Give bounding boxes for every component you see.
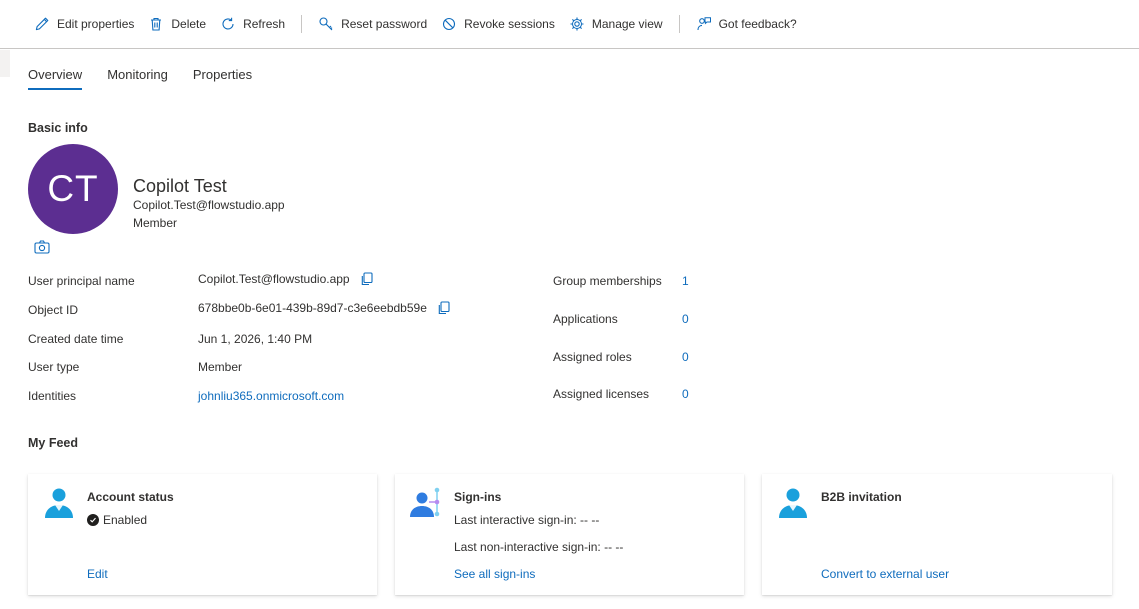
sign-in-activity-icon <box>410 487 440 517</box>
identities-link[interactable]: johnliu365.onmicrosoft.com <box>198 389 344 403</box>
assigned-licenses-value[interactable]: 0 <box>682 387 689 401</box>
see-all-sign-ins-link[interactable]: See all sign-ins <box>454 567 535 581</box>
copy-icon[interactable] <box>360 272 374 286</box>
camera-icon[interactable] <box>34 240 50 254</box>
created-label: Created date time <box>28 332 124 346</box>
toolbar-divider <box>301 15 303 33</box>
avatar-initials: CT <box>47 168 99 209</box>
command-bar: Edit properties Delete Refresh Reset pas… <box>0 0 1139 49</box>
feedback-person-icon <box>697 17 711 31</box>
tab-overview[interactable]: Overview <box>28 62 83 90</box>
sign-ins-title: Sign-ins <box>454 490 502 504</box>
avatar: CT <box>28 144 118 234</box>
refresh-label: Refresh <box>243 17 286 31</box>
tab-monitoring[interactable]: Monitoring <box>107 62 168 90</box>
assigned-licenses-label: Assigned licenses <box>553 387 650 401</box>
user-type-label: User type <box>28 360 80 374</box>
user-email: Copilot.Test@flowstudio.app <box>133 198 285 212</box>
tab-bar: Overview Monitoring Properties <box>28 62 277 90</box>
account-status-row: Enabled <box>87 513 147 527</box>
block-icon <box>443 17 456 31</box>
b2b-invitation-card: B2B invitation Convert to external user <box>762 474 1112 595</box>
object-id-row: 678bbe0b-6e01-439b-89d7-c3e6eebdb59e <box>198 301 451 315</box>
key-icon <box>319 17 333 31</box>
group-memberships-value[interactable]: 1 <box>682 274 689 288</box>
user-type-value: Member <box>198 360 243 374</box>
edit-properties-button[interactable]: Edit properties <box>34 9 134 39</box>
user-icon <box>45 488 73 518</box>
basic-info-heading: Basic info <box>28 121 88 135</box>
refresh-button[interactable]: Refresh <box>220 9 285 39</box>
upn-value: Copilot.Test@flowstudio.app <box>198 272 350 286</box>
sign-ins-card: Sign-ins Last interactive sign-in: -- --… <box>395 474 744 595</box>
applications-value[interactable]: 0 <box>682 312 689 326</box>
applications-label: Applications <box>553 312 618 326</box>
tab-properties[interactable]: Properties <box>193 62 252 90</box>
gear-icon <box>570 17 584 31</box>
manage-view-button[interactable]: Manage view <box>569 9 663 39</box>
object-id-value: 678bbe0b-6e01-439b-89d7-c3e6eebdb59e <box>198 301 427 315</box>
left-edge-panel <box>0 50 10 77</box>
user-icon <box>779 488 807 518</box>
upn-value-row: Copilot.Test@flowstudio.app <box>198 272 374 286</box>
last-interactive-sign-in: Last interactive sign-in: -- -- <box>454 513 600 527</box>
pencil-icon <box>35 17 49 31</box>
my-feed-heading: My Feed <box>28 436 79 450</box>
user-type-subtitle: Member <box>133 216 178 230</box>
delete-button[interactable]: Delete <box>148 9 206 39</box>
account-status-card: Account status Enabled Edit <box>28 474 377 595</box>
object-id-label: Object ID <box>28 303 79 317</box>
account-status-value: Enabled <box>103 513 148 527</box>
upn-label: User principal name <box>28 274 135 288</box>
delete-label: Delete <box>171 17 207 31</box>
refresh-icon <box>222 17 234 30</box>
copy-icon[interactable] <box>437 301 451 315</box>
assigned-roles-value[interactable]: 0 <box>682 350 689 364</box>
checkmark-icon <box>87 514 99 526</box>
got-feedback-label: Got feedback? <box>718 17 797 31</box>
created-value: Jun 1, 2026, 1:40 PM <box>198 332 313 346</box>
trash-icon <box>151 17 162 31</box>
assigned-roles-label: Assigned roles <box>553 350 632 364</box>
group-memberships-label: Group memberships <box>553 274 662 288</box>
user-display-name: Copilot Test <box>133 176 227 196</box>
b2b-invitation-title: B2B invitation <box>821 490 902 504</box>
reset-password-label: Reset password <box>341 17 428 31</box>
toolbar-divider-2 <box>678 15 680 33</box>
convert-to-external-user-link[interactable]: Convert to external user <box>821 567 949 581</box>
revoke-sessions-button[interactable]: Revoke sessions <box>441 9 555 39</box>
reset-password-button[interactable]: Reset password <box>318 9 427 39</box>
identities-label: Identities <box>28 389 77 403</box>
account-status-title: Account status <box>87 490 174 504</box>
last-non-interactive-sign-in: Last non-interactive sign-in: -- -- <box>454 540 624 554</box>
got-feedback-button[interactable]: Got feedback? <box>696 9 797 39</box>
edit-link[interactable]: Edit <box>87 567 108 581</box>
edit-properties-label: Edit properties <box>57 17 135 31</box>
manage-view-label: Manage view <box>591 17 663 31</box>
revoke-sessions-label: Revoke sessions <box>464 17 555 31</box>
